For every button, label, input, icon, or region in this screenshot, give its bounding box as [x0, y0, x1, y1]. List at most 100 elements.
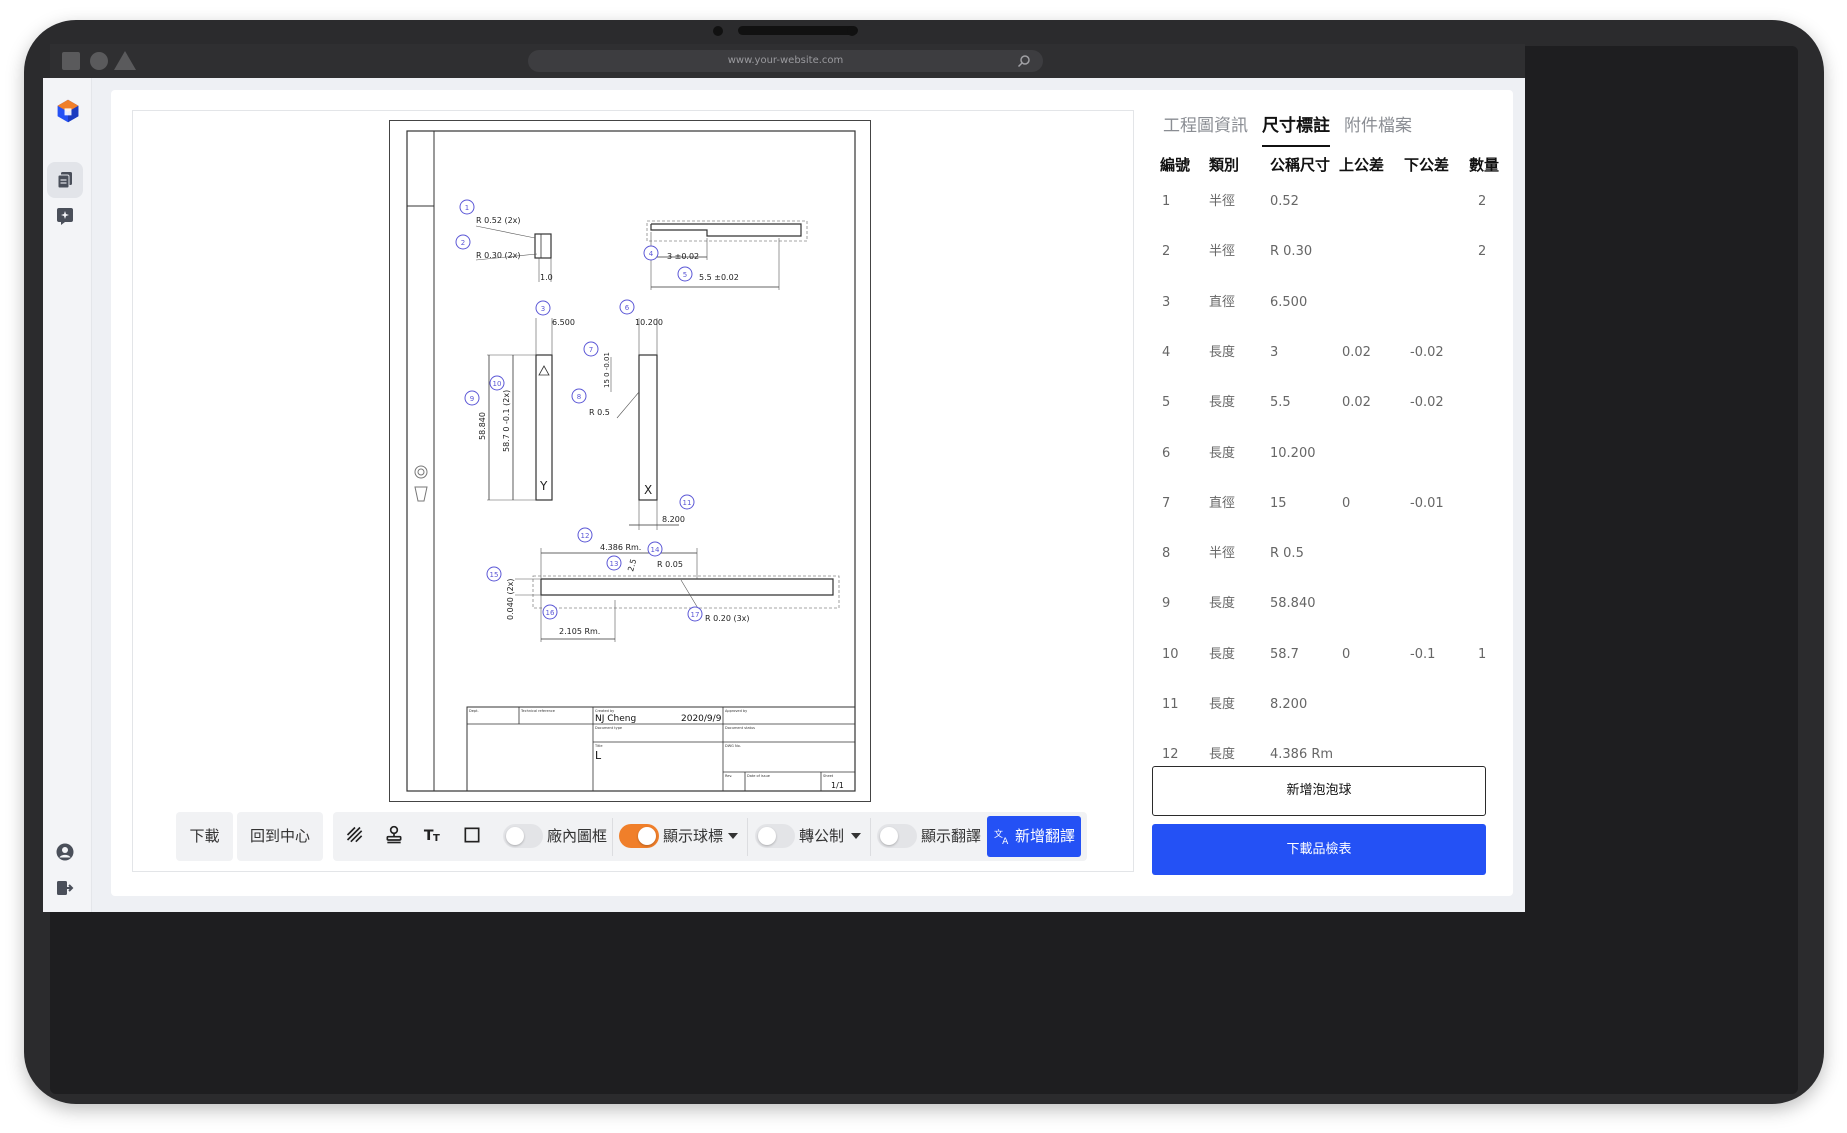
dim-9: 58.840 — [478, 412, 487, 440]
url-bar[interactable]: www.your-website.com — [528, 50, 1043, 72]
text-size-icon[interactable]: T T — [423, 825, 443, 845]
camera-dot-left — [713, 26, 723, 36]
cell-nominal: 5.5 — [1270, 395, 1291, 411]
tb-created-by: NJ Cheng — [595, 714, 636, 724]
factory-frame-toggle[interactable] — [503, 824, 543, 848]
sidebar-item-profile[interactable] — [47, 834, 83, 870]
metric-toggle[interactable] — [755, 824, 795, 848]
balloon-16[interactable]: 16 — [546, 609, 555, 617]
separator — [870, 818, 871, 856]
table-row[interactable]: 2 半徑 R 0.30 2 — [1157, 242, 1499, 292]
balloon-8[interactable]: 8 — [577, 393, 581, 401]
table-row[interactable]: 7 直徑 15 0 -0.01 — [1157, 494, 1499, 544]
cell-qty: 2 — [1478, 194, 1487, 209]
balloon-9[interactable]: 9 — [470, 395, 474, 403]
dim-4: 3 ±0.02 — [667, 252, 699, 261]
camera-dot-right — [847, 26, 857, 36]
tb-date: 2020/9/9 — [681, 714, 722, 724]
balloon-17[interactable]: 17 — [691, 611, 700, 619]
table-row[interactable]: 10 長度 58.7 0 -0.1 1 — [1157, 645, 1499, 695]
table-row[interactable]: 8 半徑 R 0.5 — [1157, 544, 1499, 594]
logout-icon — [57, 881, 74, 895]
balloon-13[interactable]: 13 — [610, 560, 619, 568]
cell-lower: -0.02 — [1410, 395, 1444, 411]
table-row[interactable]: 6 長度 10.200 — [1157, 444, 1499, 494]
add-balloon-button[interactable]: 新增泡泡球 — [1152, 766, 1486, 816]
cell-upper: 0.02 — [1342, 344, 1371, 360]
add-translation-button[interactable]: 文 A 新增翻譯 — [987, 816, 1081, 857]
tab-drawing-info[interactable]: 工程圖資訊 — [1163, 111, 1248, 147]
tool-group: T T 廠內圖框 顯示球標 轉公制 顯示翻譯 文 A 新增翻譯 — [333, 812, 1087, 861]
app-logo-icon[interactable] — [55, 98, 81, 124]
cell-type: 半徑 — [1209, 194, 1236, 209]
window-triangle-icon — [114, 51, 136, 70]
balloon-6[interactable]: 6 — [625, 304, 630, 312]
engineering-drawing[interactable]: 3 ±0.02 5.5 ±0.02 1.0 R 0.52 (2x) R 0.30… — [389, 120, 871, 802]
dim-10: 58.7 0 -0.1 (2x) — [502, 390, 511, 452]
download-button[interactable]: 下載 — [176, 812, 233, 861]
balloon-3[interactable]: 3 — [541, 305, 545, 313]
table-row[interactable]: 12 長度 4.386 Rm — [1157, 745, 1499, 760]
cell-no: 5 — [1162, 395, 1171, 411]
dim-17: R 0.20 (3x) — [705, 614, 750, 623]
tb-doc-status-label: Document status — [725, 726, 755, 730]
cell-no: 9 — [1162, 596, 1171, 612]
separator — [612, 818, 613, 856]
sidebar-item-documents[interactable] — [47, 162, 83, 198]
cell-no: 6 — [1162, 445, 1171, 461]
show-balloons-chevron-down-icon[interactable] — [728, 833, 738, 839]
tab-dimensions[interactable]: 尺寸標註 — [1262, 111, 1330, 147]
dim-11: 8.200 — [662, 515, 685, 524]
cell-nominal: R 0.5 — [1270, 546, 1304, 562]
balloon-15[interactable]: 15 — [490, 571, 499, 579]
show-translation-toggle[interactable] — [877, 824, 917, 848]
tb-approved-label: Approved by — [725, 709, 747, 713]
metric-chevron-down-icon[interactable] — [851, 833, 861, 839]
dim-15: 0.040 (2x) — [506, 578, 515, 620]
svg-text:A: A — [1002, 837, 1009, 845]
balloon-12[interactable]: 12 — [581, 532, 590, 540]
table-row[interactable]: 5 長度 5.5 0.02 -0.02 — [1157, 393, 1499, 443]
show-balloons-toggle[interactable] — [619, 824, 659, 848]
svg-text:T: T — [433, 833, 440, 844]
header-lower: 下公差 — [1404, 156, 1450, 174]
tab-attachments[interactable]: 附件檔案 — [1344, 111, 1412, 147]
table-row[interactable]: 4 長度 3 0.02 -0.02 — [1157, 343, 1499, 393]
table-row[interactable]: 1 半徑 0.52 2 — [1157, 192, 1499, 242]
balloon-5[interactable]: 5 — [683, 271, 687, 279]
balloon-2[interactable]: 2 — [461, 239, 465, 247]
url-text: www.your-website.com — [727, 55, 844, 66]
balloon-7[interactable]: 7 — [589, 346, 593, 354]
tb-title-label: Title — [594, 744, 603, 748]
stamp-icon[interactable] — [384, 825, 404, 845]
cell-no: 8 — [1162, 546, 1171, 562]
recenter-button[interactable]: 回到中心 — [237, 812, 323, 861]
search-icon[interactable] — [1017, 54, 1031, 68]
balloon-1[interactable]: 1 — [465, 204, 469, 212]
cell-no: 4 — [1162, 344, 1171, 360]
dim-16: 2.105 Rm. — [559, 627, 600, 636]
cell-upper: 0.02 — [1342, 395, 1371, 411]
balloon-4[interactable]: 4 — [649, 250, 654, 258]
rectangle-icon[interactable] — [462, 825, 482, 845]
table-row[interactable]: 3 直徑 6.500 — [1157, 293, 1499, 343]
dim-2: R 0.30 (2x) — [476, 251, 521, 260]
dim-6: 10.200 — [635, 318, 663, 327]
balloon-10[interactable]: 10 — [493, 380, 502, 388]
balloon-14[interactable]: 14 — [651, 546, 660, 554]
header-upper: 上公差 — [1339, 156, 1385, 174]
cell-no: 10 — [1162, 646, 1179, 662]
cell-type: 長度 — [1209, 747, 1236, 760]
cell-type: 長度 — [1209, 697, 1236, 712]
dim-8: R 0.5 — [589, 408, 610, 417]
add-translation-label: 新增翻譯 — [1015, 827, 1076, 845]
table-row[interactable]: 9 長度 58.840 — [1157, 594, 1499, 644]
download-report-button[interactable]: 下載品檢表 — [1152, 824, 1486, 875]
hatch-icon[interactable] — [345, 825, 365, 845]
sidebar-item-logout[interactable] — [47, 870, 83, 906]
label-x: X — [644, 483, 652, 497]
drawing-viewer[interactable]: 3 ±0.02 5.5 ±0.02 1.0 R 0.52 (2x) R 0.30… — [132, 110, 1134, 872]
sidebar-item-ai[interactable] — [47, 198, 83, 234]
balloon-11[interactable]: 11 — [683, 499, 692, 507]
table-row[interactable]: 11 長度 8.200 — [1157, 695, 1499, 745]
